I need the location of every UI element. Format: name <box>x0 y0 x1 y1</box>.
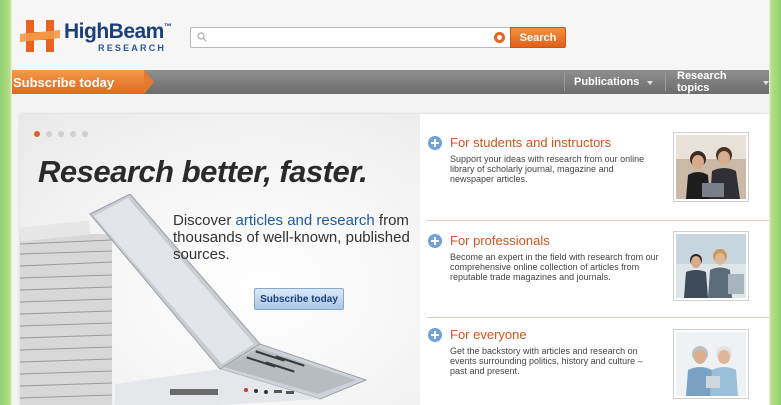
page: HighBeam™ RESEARCH Search Subscribe toda… <box>12 0 769 405</box>
chevron-down-icon <box>647 81 654 85</box>
chevron-down-icon <box>763 81 769 85</box>
hero-banner: Research better, faster. Discover articl… <box>20 114 420 405</box>
feature-title[interactable]: For students and instructors <box>450 135 611 150</box>
navigation-bar: Subscribe today Publications Research to… <box>12 70 769 94</box>
nav-separator <box>564 73 565 91</box>
logo-wordmark: HighBeam™ <box>64 20 172 43</box>
everyone-image-icon <box>676 332 746 396</box>
logo-subtitle: RESEARCH <box>98 43 167 53</box>
hero-description: Discover articles and research from thou… <box>173 212 413 263</box>
feature-title[interactable]: For professionals <box>450 233 550 248</box>
plus-circle-icon[interactable] <box>428 234 442 248</box>
students-photo <box>673 132 749 202</box>
newspaper-stack-icon <box>20 220 113 405</box>
nav-item-research-topics[interactable]: Research topics <box>677 70 769 94</box>
slide-indicator <box>34 131 88 137</box>
feature-divider <box>427 317 769 318</box>
highbeam-logo[interactable]: HighBeam™ RESEARCH <box>20 16 190 54</box>
students-image-icon <box>676 135 746 199</box>
nav-item-label: Research topics <box>677 70 727 94</box>
hero-text-part: Discover <box>173 212 236 229</box>
hero-subscribe-button[interactable]: Subscribe today <box>254 288 344 310</box>
professionals-image-icon <box>676 234 746 298</box>
search-button[interactable]: Search <box>510 27 566 48</box>
slide-dot-3[interactable] <box>58 131 64 137</box>
search-box <box>190 27 510 48</box>
search-icon <box>197 32 207 42</box>
feature-description: Support your ideas with research from ou… <box>450 154 645 184</box>
feature-description: Get the backstory with articles and rese… <box>450 346 643 376</box>
features-column: For students and instructors Support you… <box>427 114 769 405</box>
search-input[interactable] <box>211 29 481 46</box>
slide-dot-1[interactable] <box>34 131 40 137</box>
plus-circle-icon[interactable] <box>428 328 442 342</box>
plus-circle-icon[interactable] <box>428 136 442 150</box>
everyone-photo <box>673 329 749 399</box>
feature-description: Become an expert in the field with resea… <box>450 252 659 282</box>
search-options-icon[interactable] <box>493 31 506 44</box>
subscribe-today-tab[interactable]: Subscribe today <box>12 70 154 94</box>
highbeam-logo-mark-icon <box>20 20 60 52</box>
nav-item-publications[interactable]: Publications <box>574 70 654 94</box>
slide-dot-4[interactable] <box>70 131 76 137</box>
slide-dot-5[interactable] <box>82 131 88 137</box>
header: HighBeam™ RESEARCH Search <box>12 0 769 70</box>
professionals-photo <box>673 231 749 301</box>
content-panel: Research better, faster. Discover articl… <box>20 114 769 405</box>
hero-title: Research better, faster. <box>38 154 368 189</box>
nav-item-label: Publications <box>574 76 640 88</box>
feature-divider <box>427 220 769 221</box>
articles-and-research-link[interactable]: articles and research <box>236 212 375 229</box>
slide-dot-2[interactable] <box>46 131 52 137</box>
nav-separator <box>665 73 666 91</box>
feature-title[interactable]: For everyone <box>450 327 527 342</box>
